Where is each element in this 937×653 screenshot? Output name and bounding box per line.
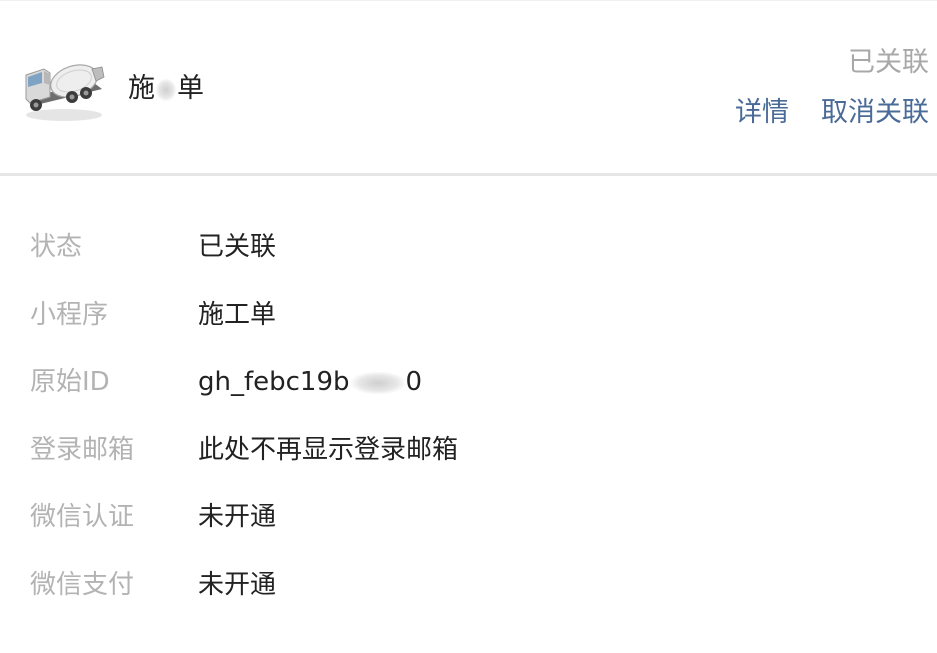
info-value: 未开通 <box>198 569 277 600</box>
redacted-text <box>350 371 405 394</box>
unlink-link[interactable]: 取消关联 <box>821 95 929 131</box>
info-label: 小程序 <box>30 299 109 330</box>
original-id-mid: ebc19b <box>253 367 350 397</box>
info-row-wechat-verification: 微信认证 未开通 <box>30 494 910 562</box>
details-link[interactable]: 详情 <box>735 95 789 131</box>
original-id-suffix: 0 <box>405 367 423 397</box>
info-value: 此处不再显示登录邮箱 <box>198 434 459 465</box>
card-actions: 详情 取消关联 <box>735 95 929 131</box>
info-row-mini-program: 小程序 施工单 <box>30 292 910 360</box>
info-label: 微信认证 <box>30 502 135 532</box>
mini-program-binding-page: 施单 已关联 详情 取消关联 状态 已关联 小程序 施工单 原始ID gh_fe… <box>0 0 937 653</box>
info-label: 状态 <box>30 232 83 262</box>
redacted-text <box>156 78 176 101</box>
info-row-status: 状态 已关联 <box>30 224 910 292</box>
info-label: 微信支付 <box>30 569 135 600</box>
cement-mixer-truck-icon <box>20 53 108 125</box>
info-row-login-email: 登录邮箱 此处不再显示登录邮箱 <box>30 427 910 495</box>
info-value: 已关联 <box>198 232 277 262</box>
info-row-wechat-pay: 微信支付 未开通 <box>30 562 910 630</box>
divider <box>0 173 937 176</box>
info-list: 状态 已关联 小程序 施工单 原始ID gh_febc19b 0 登录邮箱 此处不… <box>30 224 910 629</box>
info-value: 施工单 <box>198 299 277 330</box>
info-value: 未开通 <box>198 502 277 532</box>
original-id-prefix: gh_f <box>198 367 254 397</box>
app-name-prefix: 施 <box>128 73 155 104</box>
info-label: 原始ID <box>30 367 110 397</box>
info-row-original-id: 原始ID gh_febc19b 0 <box>30 359 910 427</box>
original-id-value: gh_febc19b 0 <box>198 359 422 405</box>
app-name: 施单 <box>128 71 204 107</box>
linked-app-card: 施单 已关联 详情 取消关联 <box>0 0 937 176</box>
link-status-badge: 已关联 <box>848 47 929 78</box>
app-name-suffix: 单 <box>177 73 204 104</box>
info-label: 登录邮箱 <box>30 434 135 465</box>
